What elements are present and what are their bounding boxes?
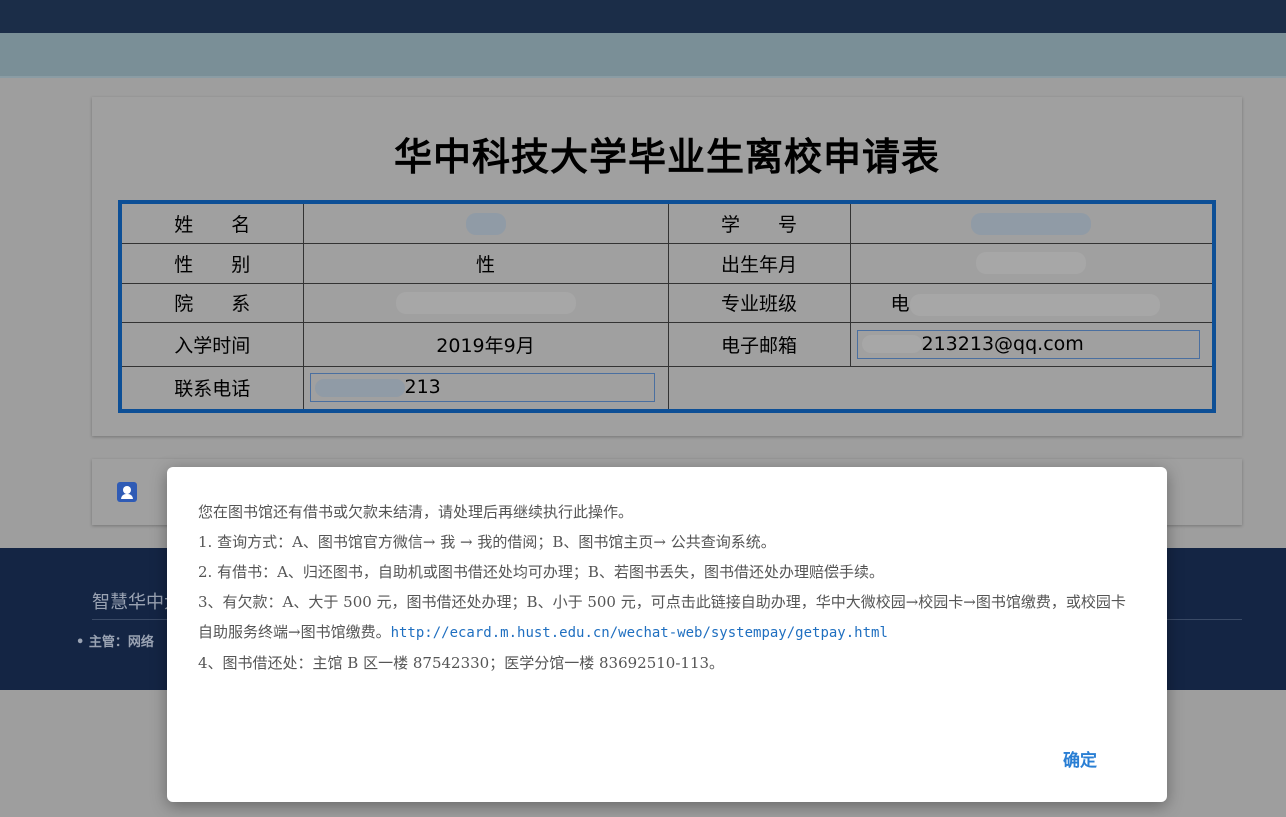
dialog-line-intro: 您在图书馆还有借书或欠款未结清，请处理后再继续执行此操作。 xyxy=(198,503,634,521)
redacted-student-id xyxy=(971,212,1092,235)
gender-text: 性 xyxy=(475,253,495,276)
dialog-line-query: 1. 查询方式：A、图书馆官方微信→ 我 → 我的借阅；B、图书馆主页→ 公共查… xyxy=(198,533,776,551)
label-birth: 出生年月 xyxy=(667,242,851,284)
label-email: 电子邮箱 xyxy=(667,321,851,367)
redacted-phone-prefix xyxy=(314,378,405,397)
sub-nav-bar xyxy=(0,33,1286,78)
user-icon xyxy=(117,482,137,502)
footer-supervisor: • 主管：网络 xyxy=(76,635,154,650)
label-gender: 性 别 xyxy=(119,242,304,284)
redacted-email-prefix xyxy=(861,335,922,353)
value-birth xyxy=(849,242,1215,284)
redacted-major-class xyxy=(909,293,1160,316)
value-email-cell: 213213@qq.com xyxy=(849,321,1215,367)
value-department xyxy=(302,282,669,323)
label-department: 院 系 xyxy=(119,282,304,323)
empty-cell xyxy=(668,366,1214,411)
label-phone: 联系电话 xyxy=(119,365,304,412)
ok-button[interactable]: 确定 xyxy=(1063,746,1097,771)
phone-field[interactable]: 213 xyxy=(309,373,655,403)
phone-text: 213 xyxy=(404,376,441,399)
value-major-class: 电 xyxy=(849,282,1215,323)
payment-link[interactable]: http://ecard.m.hust.edu.cn/wechat-web/sy… xyxy=(391,625,888,641)
value-student-id xyxy=(849,201,1215,244)
application-form-table: 姓 名 学 号 性 别 性 出生年月 院 系 专业班级 电 入学时间 2019年… xyxy=(118,200,1216,413)
major-class-prefix: 电 xyxy=(890,293,910,315)
value-gender: 性 xyxy=(302,242,669,284)
value-enroll-time: 2019年9月 xyxy=(302,321,669,367)
dialog-line-counter: 4、图书借还处：主馆 B 区一楼 87542330；医学分馆一楼 8369251… xyxy=(198,654,725,672)
label-student-id: 学 号 xyxy=(667,201,851,244)
dialog-message: 您在图书馆还有借书或欠款未结清，请处理后再继续执行此操作。 1. 查询方式：A、… xyxy=(198,497,1138,678)
value-name xyxy=(302,201,669,244)
label-major-class: 专业班级 xyxy=(667,282,851,323)
library-notice-dialog: 您在图书馆还有借书或欠款未结清，请处理后再继续执行此操作。 1. 查询方式：A、… xyxy=(167,467,1167,802)
redacted-department xyxy=(395,291,576,314)
label-enroll-time: 入学时间 xyxy=(119,321,304,367)
page-title: 华中科技大学毕业生离校申请表 xyxy=(393,135,940,179)
label-name: 姓 名 xyxy=(119,201,304,244)
dialog-line-borrowed: 2. 有借书：A、归还图书，自助机或图书借还处均可办理；B、若图书丢失，图书借还… xyxy=(198,563,884,581)
redacted-name xyxy=(465,212,506,235)
redacted-birth xyxy=(976,252,1087,275)
email-text: 213213@qq.com xyxy=(921,332,1084,355)
top-nav-bar xyxy=(0,0,1286,33)
dialog-line-arrears: 3、有欠款：A、大于 500 元，图书借还处办理；B、小于 500 元，可点击此… xyxy=(198,587,1138,648)
email-field[interactable]: 213213@qq.com xyxy=(856,329,1200,359)
value-phone-cell: 213 xyxy=(302,365,669,412)
